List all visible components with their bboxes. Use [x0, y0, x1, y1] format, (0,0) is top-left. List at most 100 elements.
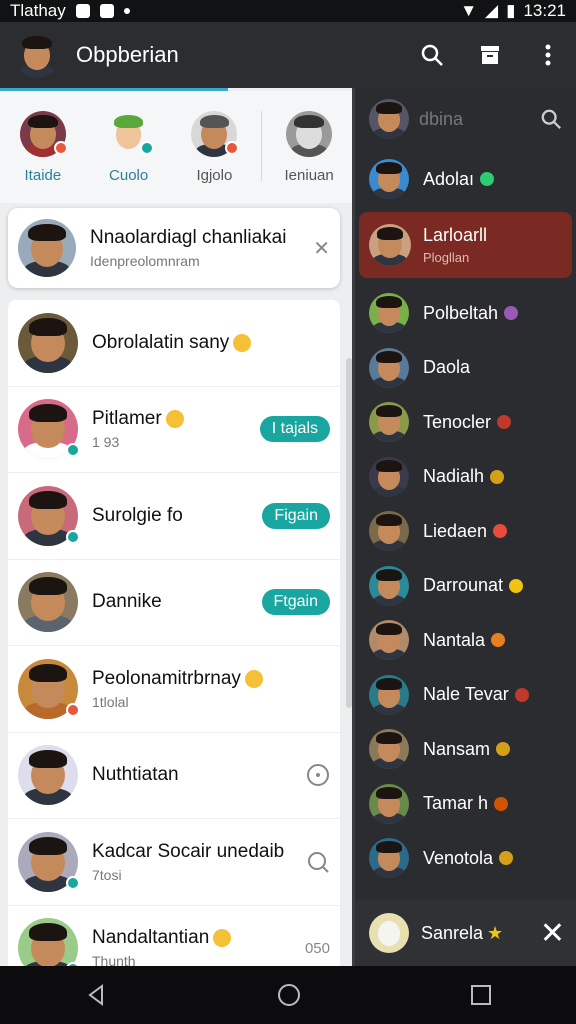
avatar: [369, 402, 409, 443]
verified-badge: [66, 443, 80, 458]
chat-subtitle: Thunth: [92, 953, 136, 966]
search-icon[interactable]: [540, 108, 562, 130]
contact-name: Daola: [423, 357, 471, 378]
contact-name: Tamar h: [423, 793, 489, 814]
pinned-chat[interactable]: Nnaolardiagl chanliakai Idenpreolomnram …: [8, 208, 340, 288]
profile-avatar[interactable]: [14, 32, 60, 78]
clover-icon: [480, 172, 495, 186]
contact-name: Venotola: [423, 847, 494, 868]
contact-item[interactable]: Tamar h: [355, 777, 576, 832]
story-item[interactable]: Ieniuan: [266, 111, 352, 184]
chat-list: Obrolalatin sany Pitlamer 1 93 I tajals …: [8, 300, 340, 966]
dot-icon: [123, 8, 130, 14]
avatar: [369, 729, 409, 770]
status-badge: [66, 702, 80, 717]
list-item[interactable]: Nandaltantian Thunth 050: [8, 906, 340, 966]
contact-item[interactable]: Nansam: [355, 722, 576, 777]
status-tag-icon: [499, 851, 514, 866]
dismiss-icon[interactable]: ✕: [313, 236, 330, 261]
chat-name: Pitlamer: [92, 408, 162, 430]
story-item[interactable]: Cuolo: [86, 111, 172, 184]
smile-emoji-icon: [213, 929, 232, 948]
search-icon[interactable]: [418, 41, 446, 69]
contact-name: Nadialh: [423, 466, 485, 487]
list-item[interactable]: Nuthtiatan: [8, 733, 340, 819]
avatar: [369, 783, 409, 824]
contact-name: Nantala: [423, 629, 486, 650]
clock-icon[interactable]: [306, 763, 330, 787]
avatar: [18, 485, 80, 546]
chat-panel: Itaide Cuolo Igjolo Ieniuan Nnaolardiagl…: [0, 88, 352, 966]
close-icon[interactable]: ✕: [540, 916, 565, 951]
list-item[interactable]: Obrolalatin sany: [8, 300, 340, 387]
chat-count: 050: [304, 939, 330, 957]
archive-icon[interactable]: [476, 41, 504, 69]
contact-item[interactable]: Tenocler: [355, 395, 576, 450]
contact-name: Darrounat: [423, 575, 504, 596]
list-item[interactable]: Pitlamer 1 93 I tajals: [8, 387, 340, 473]
story-item[interactable]: Igjolo: [172, 111, 258, 184]
smile-emoji-icon: [165, 410, 184, 429]
avatar: [369, 620, 409, 661]
carrier-label: Tlathay: [10, 1, 66, 20]
clock-time: 13:21: [523, 1, 566, 20]
list-item[interactable]: Dannike Ftgain: [8, 560, 340, 646]
contact-name: Polbeltah: [423, 302, 499, 323]
avatar: [18, 312, 78, 373]
verified-badge: [66, 529, 80, 544]
contact-item[interactable]: Daola: [355, 341, 576, 396]
verified-badge: [66, 875, 80, 890]
avatar: [18, 918, 80, 966]
contact-item[interactable]: Venotola: [355, 831, 576, 886]
avatar: [369, 565, 409, 606]
story-label: Itaide: [24, 167, 62, 184]
back-icon[interactable]: [84, 983, 108, 1007]
status-pill: Figain: [262, 502, 330, 529]
stories-row: Itaide Cuolo Igjolo Ieniuan: [0, 91, 352, 203]
avatar: [369, 511, 409, 552]
signal-icon: ◢: [485, 1, 499, 20]
contact-item[interactable]: Nantala: [355, 613, 576, 668]
contacts-header: dbina: [355, 88, 576, 150]
list-item[interactable]: Surolgie fo Figain: [8, 473, 340, 560]
contact-item[interactable]: Nale Tevar: [355, 668, 576, 723]
story-item[interactable]: Itaide: [0, 111, 86, 184]
battery-icon: ▮: [506, 1, 516, 20]
story-label: Cuolo: [109, 167, 149, 184]
app-title: Obpberian: [76, 42, 179, 67]
contact-subtitle: Plogllan: [423, 250, 470, 265]
more-vert-icon[interactable]: [534, 41, 562, 69]
chat-name: Peolonamitrbrnay: [92, 667, 241, 689]
contact-name: Nansam: [423, 738, 491, 759]
bottom-contact-bar[interactable]: Sanrela ★ ✕: [355, 900, 576, 966]
avatar: [369, 674, 409, 715]
contact-item[interactable]: Nadialh: [355, 450, 576, 505]
list-item[interactable]: Kadcar Socair unedaib 7tosi: [8, 819, 340, 906]
status-tag-icon: [514, 687, 529, 702]
smile-emoji-icon: [233, 333, 252, 352]
chat-subtitle: 1 93: [92, 434, 120, 451]
selected-contact[interactable]: Larloarll Plogllan: [359, 212, 572, 278]
status-tag-icon: [493, 524, 508, 539]
divider: [261, 111, 263, 181]
contact-item[interactable]: Liedaen: [355, 504, 576, 559]
status-tag-icon: [504, 306, 519, 321]
chat-subtitle: 1tlolal: [92, 693, 129, 710]
avatar: [18, 399, 80, 460]
contact-item[interactable]: Polbeltah: [355, 286, 576, 341]
search-icon[interactable]: [306, 850, 330, 874]
smile-emoji-icon: [244, 669, 263, 688]
story-avatar: [105, 111, 154, 157]
list-item[interactable]: Peolonamitrbrnay 1tlolal: [8, 646, 340, 733]
contact-item[interactable]: Adolaı: [355, 150, 576, 208]
chat-name: Dannike: [92, 591, 162, 613]
contact-name: Liedaen: [423, 520, 488, 541]
avatar: [18, 745, 78, 806]
story-avatar: [191, 111, 240, 157]
status-badge: [53, 141, 68, 155]
navigation-bar: [0, 966, 576, 1024]
home-icon[interactable]: [276, 982, 302, 1008]
contact-item[interactable]: Darrounat: [355, 559, 576, 614]
recents-icon[interactable]: [470, 984, 492, 1006]
avatar: [18, 658, 80, 719]
